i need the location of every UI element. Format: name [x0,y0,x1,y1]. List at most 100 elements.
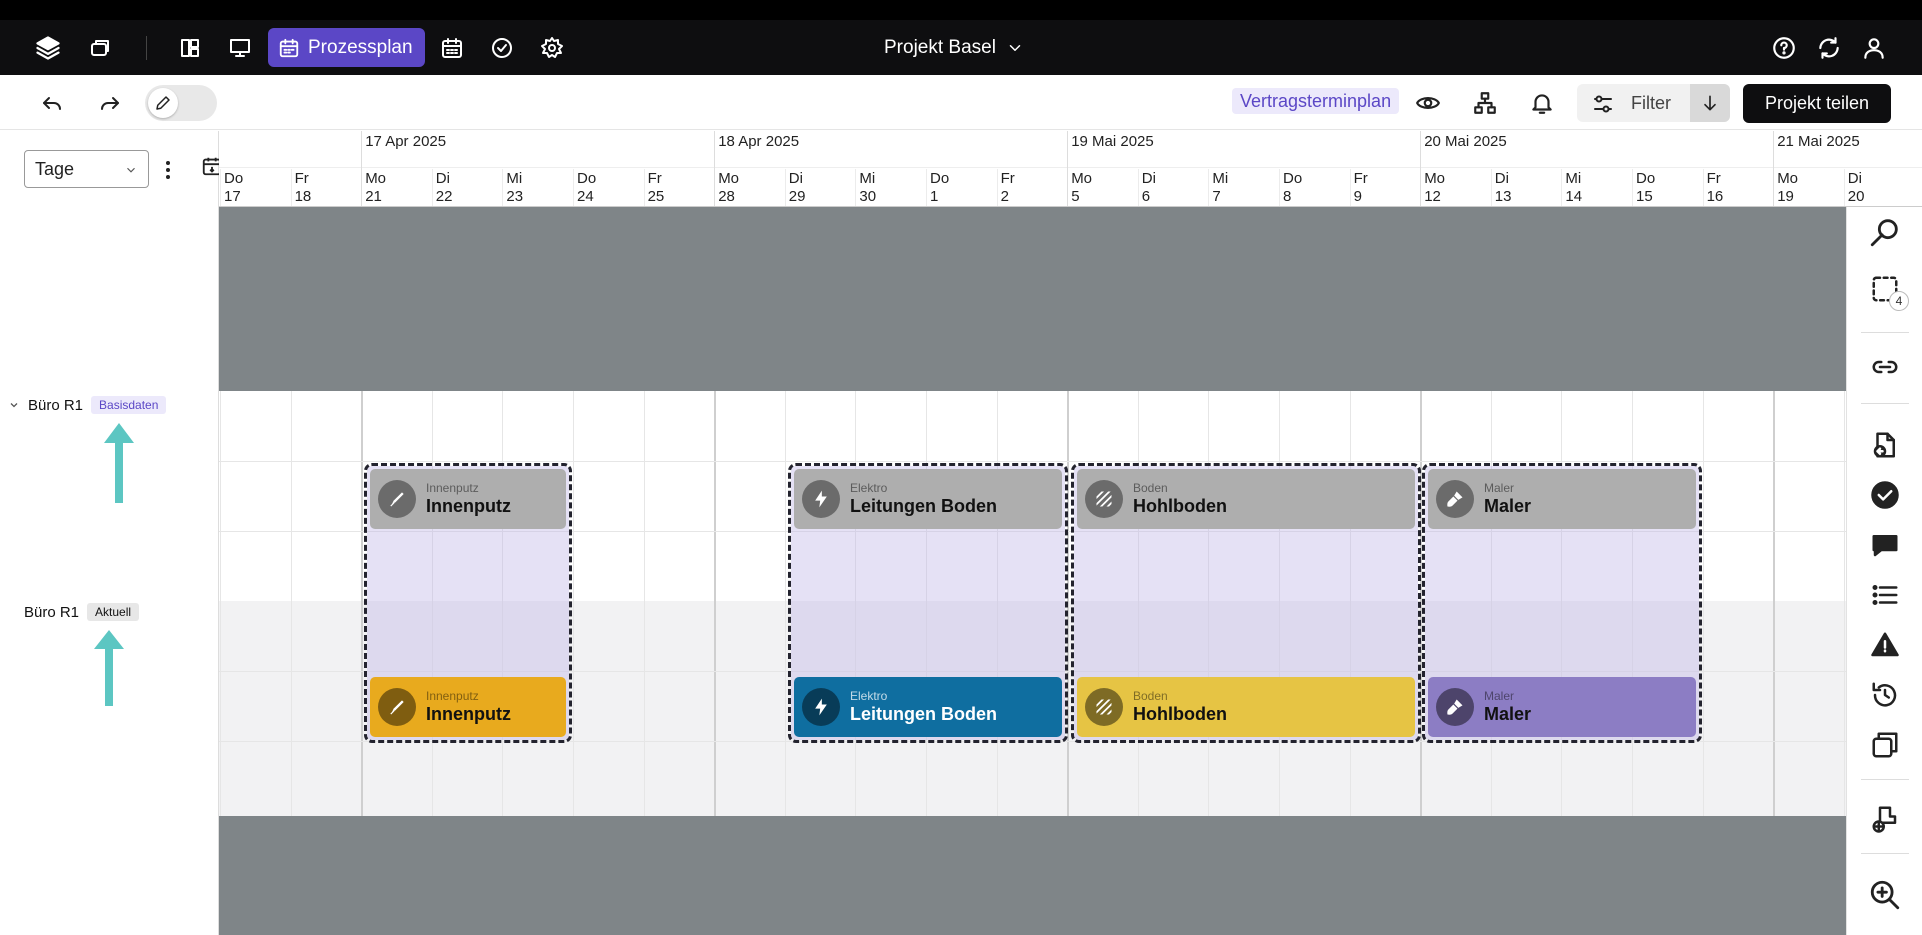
list-icon[interactable] [1865,575,1905,615]
share-project-button[interactable]: Projekt teilen [1743,84,1891,123]
day-header: Mo 21 [365,170,386,206]
day-header: Fr 18 [295,170,312,206]
gear-icon[interactable] [538,34,566,62]
grid-column-line [784,391,786,816]
task-card-baseline[interactable]: Maler Maler [1428,469,1696,529]
project-title: Projekt Basel [884,37,996,58]
plan-badge[interactable]: Vertragsterminplan [1232,88,1400,114]
warning-icon[interactable] [1865,625,1905,665]
arrow-down-icon[interactable] [1690,84,1730,122]
day-header: Di 20 [1848,170,1865,206]
lightning-icon [802,480,840,518]
add-stamp-icon[interactable] [1865,799,1905,839]
day-header: Di 22 [436,170,453,206]
task-hohlboden[interactable]: Boden Hohlboden Boden Hohlboden [1071,463,1421,743]
link-icon[interactable] [1865,347,1905,387]
day-number: 13 [1494,188,1512,205]
day-number: 7 [1212,188,1221,205]
bell-icon[interactable] [1527,88,1557,118]
time-scale-select[interactable]: Tage [24,150,149,188]
filter-button[interactable]: Filter [1577,84,1730,122]
weekday-label: Mo [1777,170,1799,187]
app-bar: Prozessplan Projekt Basel [0,20,1922,75]
day-divider [1843,169,1845,206]
document-import-icon[interactable] [1865,425,1905,465]
more-icon[interactable] [164,160,172,180]
user-icon[interactable] [1860,34,1888,62]
weekday-label: Mo [1071,170,1093,187]
task-category: Elektro [850,481,888,495]
layers-icon[interactable] [34,34,62,62]
sync-icon[interactable] [1815,34,1843,62]
day-number: 20 [1847,188,1865,205]
task-card-baseline[interactable]: Innenputz Innenputz [370,469,566,529]
day-header: Mo 5 [1071,170,1092,206]
chevron-down-icon [10,403,18,408]
eye-icon[interactable] [1413,88,1443,118]
zoom-in-icon[interactable] [1865,875,1905,915]
day-divider [643,169,645,206]
day-header: Do 1 [930,170,949,206]
calendar-icon [279,38,299,57]
hierarchy-icon[interactable] [1470,88,1500,118]
check-circle-icon[interactable] [488,34,516,62]
task-leitungen-boden[interactable]: Elektro Leitungen Boden Elektro Leitunge… [788,463,1068,743]
check-filled-icon[interactable] [1865,475,1905,515]
task-name: Leitungen Boden [850,496,997,516]
day-header: Do 15 [1636,170,1655,206]
layout-icon[interactable] [176,34,204,62]
floor-pattern-icon [1085,480,1123,518]
calendar-grid-icon[interactable] [438,34,466,62]
task-card-current[interactable]: Innenputz Innenputz [370,677,566,737]
day-number: 21 [365,188,382,205]
task-category: Boden [1133,689,1168,703]
task-card-current[interactable]: Elektro Leitungen Boden [794,677,1062,737]
help-icon[interactable] [1770,34,1798,62]
grid-column-line [1702,391,1704,816]
week-divider [1773,131,1775,206]
task-card-baseline[interactable]: Boden Hohlboden [1077,469,1415,529]
day-number: 16 [1706,188,1724,205]
day-divider [573,169,574,206]
weekday-label: Do [930,170,950,187]
selection-icon[interactable]: 4 [1865,269,1909,311]
presentation-icon[interactable] [226,34,254,62]
row-label-aktuell[interactable]: Büro R1 Aktuell [24,603,140,621]
gantt-grid: Innenputz Innenputz Innenputz Innenputz … [219,391,1846,816]
search-icon[interactable] [1865,212,1905,252]
task-name: Leitungen Boden [850,704,997,724]
redo-icon[interactable] [95,88,125,118]
day-header: Mo 12 [1424,170,1445,206]
grid-column-line [573,391,574,816]
weekday-label: Fr [647,170,662,187]
copy-icon[interactable] [86,34,114,62]
undo-icon[interactable] [37,88,67,118]
day-header: Do 24 [577,170,596,206]
day-header: Fr 2 [1001,170,1015,206]
day-number: 8 [1283,188,1292,205]
weekday-label: Mi [859,170,876,187]
paintbrush-icon [1436,688,1474,726]
weekday-label: Di [435,170,450,187]
day-number: 17 [224,188,241,205]
day-number: 6 [1141,188,1151,205]
weekday-label: Fr [294,170,309,187]
history-icon[interactable] [1865,675,1905,715]
task-card-current[interactable]: Boden Hohlboden [1077,677,1415,737]
task-category: Innenputz [426,689,479,703]
weekday-label: Mi [1565,170,1582,187]
project-selector[interactable]: Projekt Basel [884,36,1024,60]
edit-mode-toggle[interactable] [145,85,217,121]
copy-window-icon[interactable] [1865,725,1905,765]
tab-prozessplan[interactable]: Prozessplan [268,28,425,67]
task-card-current[interactable]: Maler Maler [1428,677,1696,737]
day-number: 29 [788,188,806,205]
task-innenputz[interactable]: Innenputz Innenputz Innenputz Innenputz [364,463,572,743]
row-label-basisdaten[interactable]: Büro R1 Basisdaten [8,396,167,414]
weekday-label: Di [1847,170,1862,187]
task-maler[interactable]: Maler Maler Maler Maler [1422,463,1702,743]
task-card-baseline[interactable]: Elektro Leitungen Boden [794,469,1062,529]
weekday-label: Mi [1212,170,1229,187]
weekday-label: Fr [1353,170,1368,187]
comment-icon[interactable] [1865,525,1905,565]
